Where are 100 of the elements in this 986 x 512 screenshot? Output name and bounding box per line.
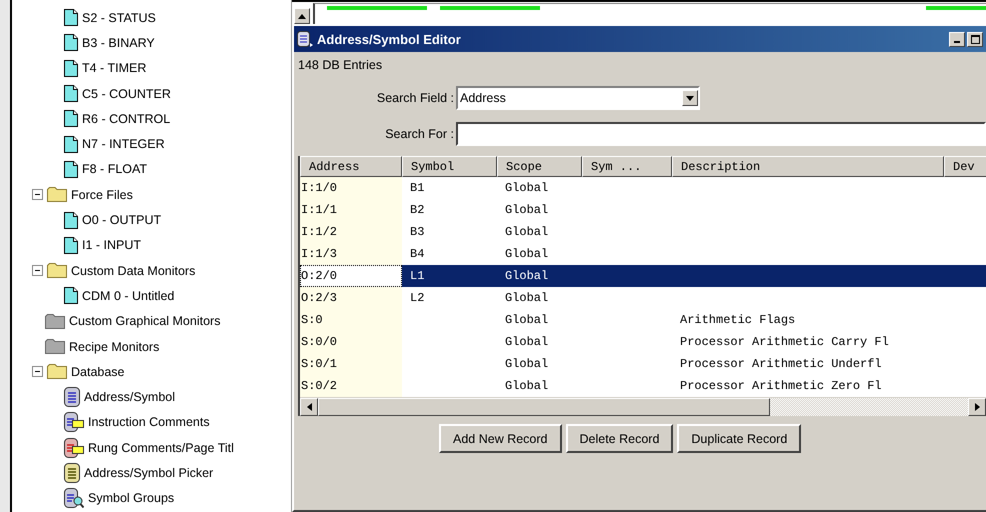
document-icon [64, 212, 78, 229]
tree-item[interactable]: T4 - TIMER [82, 61, 146, 76]
document-icon [64, 236, 78, 254]
table-cell: I:1/2 [301, 225, 338, 239]
minimize-button[interactable] [949, 32, 965, 46]
record-button[interactable]: Delete Record [566, 424, 674, 453]
horizontal-scrollbar[interactable] [300, 397, 986, 416]
document-icon [64, 60, 78, 77]
column-header[interactable]: Address [300, 156, 402, 177]
table-cell: Processor Arithmetic Zero Fl [680, 379, 882, 393]
tree-item[interactable]: N7 - INTEGER [82, 137, 165, 152]
tree-item[interactable]: Rung Comments/Page Titl [88, 440, 234, 455]
tree-item[interactable]: B3 - BINARY [82, 36, 155, 50]
record-button[interactable]: Duplicate Record [677, 424, 802, 453]
window-title: Address/Symbol Editor [317, 32, 462, 46]
tree-item[interactable]: Instruction Comments [88, 415, 210, 430]
table-cell: Global [505, 357, 548, 371]
table-cell: S:0 [301, 313, 323, 327]
table-cell: Global [505, 269, 548, 283]
table-row[interactable]: I:1/0 B1 Global [300, 177, 986, 199]
table-cell: O:2/0 [301, 269, 338, 283]
document-icon [64, 136, 78, 153]
tree-item[interactable]: F8 - FLOAT [82, 162, 148, 176]
database-search-icon [64, 488, 84, 508]
tree-item[interactable]: CDM 0 - Untitled [82, 288, 174, 303]
table-row[interactable]: S:0 Global Arithmetic Flags [300, 309, 986, 331]
table-row[interactable]: I:1/3 B4 Global [300, 243, 986, 265]
table-cell: Processor Arithmetic Underfl [680, 357, 882, 371]
table-row[interactable]: I:1/2 B3 Global [300, 221, 986, 243]
column-header[interactable]: Dev [944, 156, 986, 177]
table-cell: I:1/1 [301, 203, 338, 217]
entry-count: 148 DB Entries [298, 58, 384, 74]
table-cell: I:1/0 [301, 181, 338, 195]
collapse-toggle[interactable] [32, 366, 43, 378]
left-arrow-icon [306, 403, 312, 411]
document-icon [64, 85, 78, 102]
right-arrow-icon [974, 403, 980, 411]
collapse-toggle[interactable] [32, 189, 43, 200]
scroll-up-button[interactable] [294, 8, 310, 24]
tree-item[interactable]: Custom Graphical Monitors [69, 314, 220, 328]
database-comment-icon [64, 412, 84, 432]
tree-item[interactable]: Address/Symbol Picker [84, 466, 214, 480]
collapse-toggle[interactable] [32, 265, 43, 276]
table-row[interactable]: O:2/3 L2 Global [300, 287, 986, 309]
column-header[interactable]: Sym ... [582, 156, 672, 177]
table-cell: B3 [410, 225, 424, 239]
tree-item[interactable]: O0 - OUTPUT [82, 213, 162, 228]
table-cell: S:0/0 [301, 335, 338, 349]
table-row[interactable]: I:1/1 B2 Global [300, 199, 986, 221]
table-row[interactable]: S:0/1 Global Processor Arithmetic Underfl [300, 353, 986, 375]
table-cell: Global [505, 379, 548, 393]
table-cell: Global [505, 181, 548, 195]
document-icon [64, 34, 78, 52]
table-row[interactable]: S:0/2 Global Processor Arithmetic Zero Fl [300, 375, 986, 397]
table-cell: Global [505, 335, 548, 349]
folder-icon [45, 339, 65, 354]
field-label: Search Field : [376, 91, 455, 105]
table-cell: L2 [410, 291, 424, 305]
database-list-icon [64, 387, 80, 408]
folder-icon [47, 364, 67, 380]
table-cell: Global [505, 313, 548, 327]
tree-item[interactable]: Address/Symbol [84, 390, 176, 404]
tree-item[interactable]: Database [71, 364, 125, 379]
table-cell: B2 [410, 203, 424, 217]
maximize-icon [970, 34, 980, 44]
tree-item[interactable]: I1 - INPUT [82, 238, 142, 252]
table-cell: Global [505, 291, 548, 305]
table-cell: S:0/1 [301, 357, 338, 371]
table-row[interactable]: O:2/0 L1 Global [300, 265, 986, 287]
database-list-icon [297, 31, 313, 47]
table-cell: Global [505, 203, 548, 217]
maximize-button[interactable] [967, 32, 983, 46]
column-header[interactable]: Description [672, 156, 944, 177]
tree-item[interactable]: Custom Data Monitors [71, 264, 196, 278]
table-cell: S:0/2 [301, 379, 338, 393]
dropdown-arrow-icon [686, 96, 694, 100]
folder-icon [47, 263, 67, 278]
column-header[interactable]: Scope [497, 156, 582, 177]
search-input-field[interactable] [456, 122, 986, 146]
table-cell: I:1/3 [301, 247, 338, 261]
table-cell: B4 [410, 247, 424, 261]
search-field-dropdown[interactable]: Address [456, 86, 700, 110]
tree-item[interactable]: Recipe Monitors [69, 340, 160, 354]
tree-item[interactable]: R6 - CONTROL [82, 112, 170, 126]
tree-item[interactable]: S2 - STATUS [82, 10, 156, 25]
table-cell: Processor Arithmetic Carry Fl [680, 335, 889, 349]
tree-item[interactable]: Force Files [71, 188, 133, 202]
table-cell: L1 [410, 269, 424, 283]
document-icon [64, 287, 78, 304]
tree-item[interactable]: Symbol Groups [88, 491, 174, 506]
table-cell: Global [505, 247, 548, 261]
record-button[interactable]: Add New Record [439, 424, 562, 453]
tree-item[interactable]: C5 - COUNTER [82, 86, 171, 101]
database-list-icon [64, 462, 80, 483]
table-row[interactable]: S:0/0 Global Processor Arithmetic Carry Fl [300, 331, 986, 353]
table-cell: O:2/3 [301, 291, 338, 305]
folder-icon [45, 314, 65, 329]
document-icon [64, 9, 78, 26]
column-header[interactable]: Symbol [402, 156, 497, 177]
table-cell: Arithmetic Flags [680, 313, 796, 327]
